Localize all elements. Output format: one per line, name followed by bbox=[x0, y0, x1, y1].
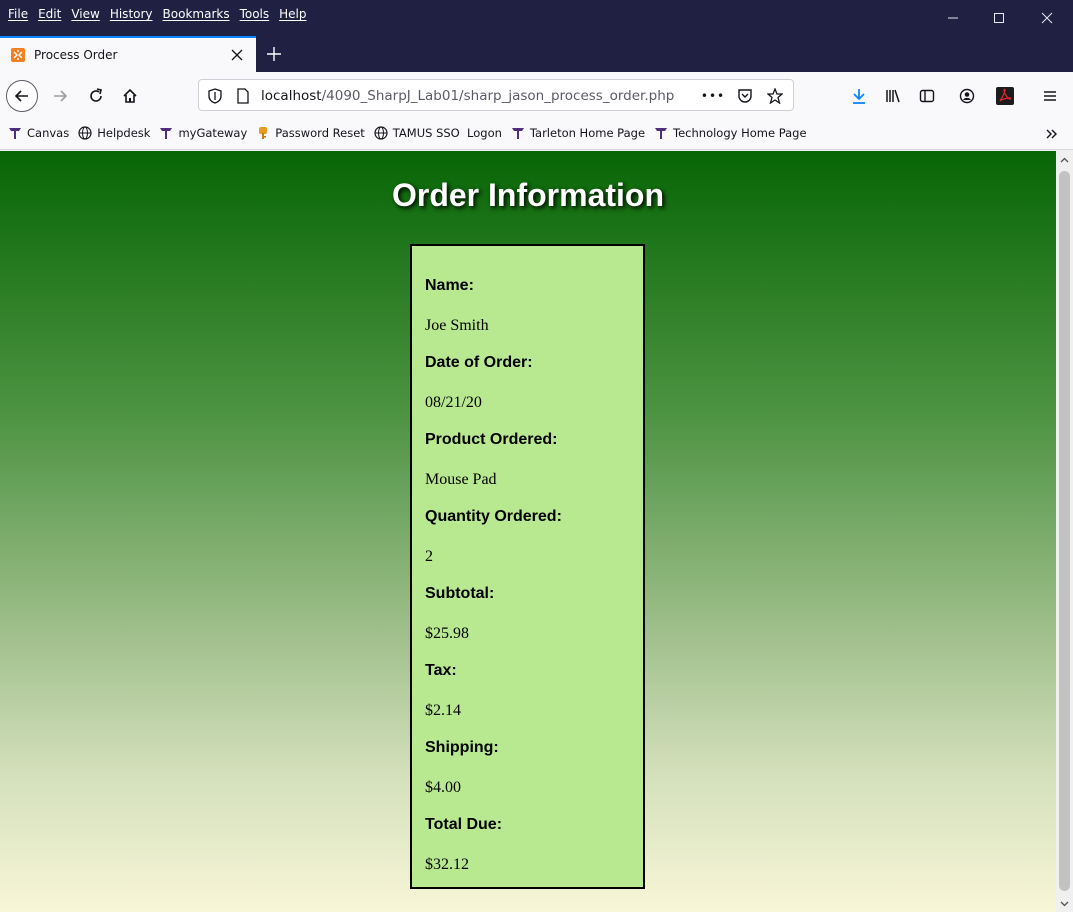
close-icon bbox=[1041, 12, 1053, 24]
menu-edit[interactable]: Edit bbox=[38, 7, 61, 21]
total-value: $32.12 bbox=[425, 856, 469, 873]
back-button[interactable] bbox=[6, 80, 38, 112]
bookmark-canvas[interactable]: Canvas bbox=[8, 126, 69, 140]
maximize-button[interactable] bbox=[976, 0, 1022, 36]
page-icon[interactable] bbox=[233, 86, 253, 106]
tarleton-t-icon bbox=[511, 126, 525, 140]
downloads-icon[interactable] bbox=[847, 84, 871, 108]
minimize-button[interactable] bbox=[930, 0, 976, 36]
account-icon[interactable] bbox=[955, 84, 979, 108]
bookmark-label: Helpdesk bbox=[97, 126, 151, 140]
new-tab-button[interactable] bbox=[262, 42, 286, 66]
url-host: localhost bbox=[261, 88, 322, 104]
menu-bookmarks[interactable]: Bookmarks bbox=[163, 7, 230, 21]
bookmark-label: Password Reset bbox=[275, 126, 365, 140]
xampp-favicon-icon bbox=[11, 48, 25, 62]
scroll-up-button[interactable] bbox=[1056, 151, 1073, 168]
vertical-scrollbar[interactable] bbox=[1056, 151, 1073, 912]
nav-toolbar: localhost/4090_SharpJ_Lab01/sharp_jason_… bbox=[0, 72, 1073, 120]
close-window-button[interactable] bbox=[1024, 0, 1070, 36]
menu-help[interactable]: Help bbox=[279, 7, 306, 21]
menu-tools[interactable]: Tools bbox=[240, 7, 270, 21]
tab-title: Process Order bbox=[34, 48, 118, 62]
subtotal-label: Subtotal: bbox=[425, 585, 495, 602]
forward-button[interactable] bbox=[46, 82, 74, 110]
pocket-icon[interactable] bbox=[735, 86, 755, 106]
url-path: /4090_SharpJ_Lab01/sharp_jason_process_o… bbox=[321, 88, 675, 104]
bookmark-helpdesk[interactable]: Helpdesk bbox=[78, 126, 150, 140]
reload-button[interactable] bbox=[82, 82, 110, 110]
page-title: Order Information bbox=[391, 177, 664, 213]
close-icon bbox=[231, 49, 243, 61]
bookmark-label: Technology Home Page bbox=[673, 126, 807, 140]
tax-value: $2.14 bbox=[425, 702, 461, 719]
arrow-left-icon bbox=[14, 90, 28, 102]
url-text[interactable]: localhost/4090_SharpJ_Lab01/sharp_jason_… bbox=[261, 88, 674, 104]
page-actions-menu[interactable]: ••• bbox=[701, 86, 724, 106]
bookmarks-overflow-button[interactable] bbox=[1040, 124, 1064, 144]
bookmark-tamus-sso[interactable]: TAMUS SSO Logon bbox=[374, 126, 502, 140]
chevron-double-right-icon bbox=[1046, 129, 1057, 139]
tab-process-order[interactable]: Process Order bbox=[0, 36, 256, 72]
home-button[interactable] bbox=[116, 82, 144, 110]
product-value: Mouse Pad bbox=[425, 471, 497, 488]
page-viewport: Order Information Name: Joe Smith Date o… bbox=[0, 151, 1056, 912]
bookmark-label: TAMUS SSO Logon bbox=[392, 126, 502, 140]
tarleton-t-icon bbox=[8, 126, 22, 140]
key-icon bbox=[256, 126, 270, 140]
bookmark-label: Tarleton Home Page bbox=[529, 126, 646, 140]
menu-bar: File Edit View History Bookmarks Tools H… bbox=[0, 0, 1073, 36]
total-label: Total Due: bbox=[425, 816, 503, 833]
sidebar-icon[interactable] bbox=[915, 84, 939, 108]
bookmark-star-icon[interactable] bbox=[765, 86, 785, 106]
arrow-right-icon bbox=[54, 90, 68, 102]
tab-strip: Process Order bbox=[0, 36, 1073, 72]
date-value: 08/21/20 bbox=[425, 394, 482, 411]
tarleton-t-icon bbox=[159, 126, 173, 140]
shield-icon[interactable] bbox=[205, 86, 225, 106]
bookmark-technology-home[interactable]: Technology Home Page bbox=[654, 126, 807, 140]
quantity-value: 2 bbox=[425, 548, 433, 565]
maximize-icon bbox=[994, 13, 1004, 23]
subtotal-value: $25.98 bbox=[425, 625, 469, 642]
bookmark-mygateway[interactable]: myGateway bbox=[159, 126, 247, 140]
scroll-thumb[interactable] bbox=[1059, 171, 1070, 891]
chevron-up-icon bbox=[1060, 157, 1069, 162]
bookmark-label: Canvas bbox=[27, 126, 70, 140]
order-info-box: Name: Joe Smith Date of Order: 08/21/20 … bbox=[410, 244, 645, 889]
bookmarks-bar: Canvas Helpdesk myGateway Password Reset… bbox=[0, 120, 1073, 150]
menu-items: File Edit View History Bookmarks Tools H… bbox=[8, 7, 307, 21]
library-icon[interactable] bbox=[881, 84, 905, 108]
home-icon bbox=[123, 88, 137, 103]
date-label: Date of Order: bbox=[425, 354, 533, 371]
tax-label: Tax: bbox=[425, 662, 457, 679]
shipping-label: Shipping: bbox=[425, 739, 499, 756]
acrobat-icon[interactable] bbox=[993, 84, 1017, 108]
close-tab-button[interactable] bbox=[226, 44, 248, 66]
name-value: Joe Smith bbox=[425, 317, 489, 334]
chevron-down-icon bbox=[1060, 901, 1069, 906]
url-bar[interactable]: localhost/4090_SharpJ_Lab01/sharp_jason_… bbox=[198, 79, 794, 111]
name-label: Name: bbox=[425, 277, 474, 294]
bookmark-label: myGateway bbox=[178, 126, 248, 140]
tarleton-t-icon bbox=[654, 126, 668, 140]
menu-history[interactable]: History bbox=[110, 7, 153, 21]
bookmark-password-reset[interactable]: Password Reset bbox=[256, 126, 365, 140]
minimize-icon bbox=[948, 17, 958, 19]
reload-icon bbox=[90, 88, 102, 102]
plus-icon bbox=[267, 47, 281, 61]
bookmark-list: Canvas Helpdesk myGateway Password Reset… bbox=[8, 126, 807, 140]
scroll-down-button[interactable] bbox=[1056, 895, 1073, 912]
hamburger-menu-icon[interactable] bbox=[1038, 84, 1062, 108]
globe-icon bbox=[78, 126, 92, 140]
menu-view[interactable]: View bbox=[71, 7, 99, 21]
globe-icon bbox=[374, 126, 388, 140]
menu-file[interactable]: File bbox=[8, 7, 28, 21]
shipping-value: $4.00 bbox=[425, 779, 461, 796]
bookmark-tarleton-home[interactable]: Tarleton Home Page bbox=[511, 126, 645, 140]
quantity-label: Quantity Ordered: bbox=[425, 508, 562, 525]
product-label: Product Ordered: bbox=[425, 431, 558, 448]
